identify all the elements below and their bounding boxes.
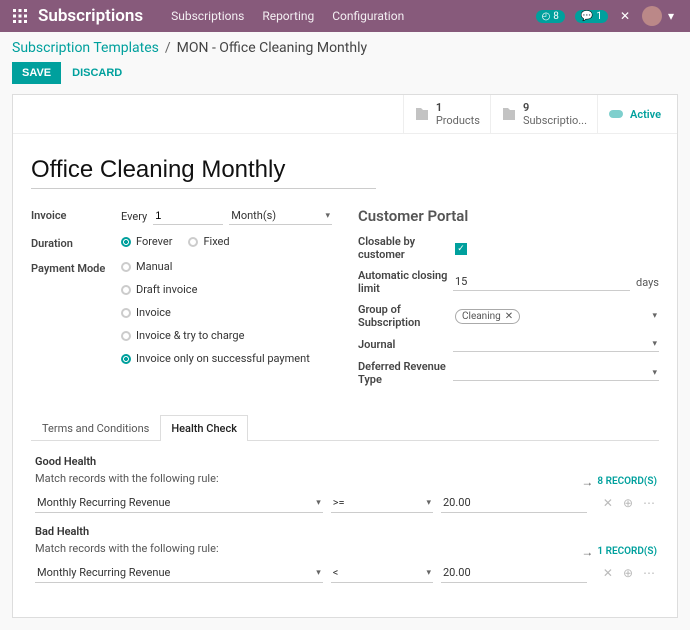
every-label: Every — [121, 210, 147, 223]
payment-manual[interactable]: Manual — [121, 260, 332, 273]
radio-icon — [121, 331, 131, 341]
closable-checkbox[interactable]: ✓ — [455, 243, 467, 255]
payment-draft-invoice[interactable]: Draft invoice — [121, 283, 332, 296]
autoclose-unit: days — [636, 276, 659, 289]
good-records-link[interactable]: 8 RECORD(S) — [597, 476, 657, 487]
nav-subscriptions[interactable]: Subscriptions — [171, 9, 244, 23]
avatar[interactable] — [642, 6, 662, 26]
chevron-down-icon: ▾ — [652, 339, 657, 349]
close-icon[interactable]: ✕ — [618, 9, 632, 23]
payment-invoice[interactable]: Invoice — [121, 306, 332, 319]
book-icon — [501, 106, 517, 122]
chevron-down-icon: ▾ — [426, 498, 431, 508]
radio-icon — [121, 285, 131, 295]
duration-fixed[interactable]: Fixed — [188, 235, 229, 248]
toggle-icon — [608, 106, 624, 122]
radio-icon — [121, 354, 131, 364]
stat-products[interactable]: 1 Products — [403, 95, 490, 133]
book-icon — [414, 106, 430, 122]
every-unit-select[interactable]: Month(s) ▾ — [229, 207, 332, 225]
activity-badge[interactable]: ◴ 8 — [536, 10, 565, 23]
radio-icon — [188, 237, 198, 247]
good-field-select[interactable]: Monthly Recurring Revenue▾ — [35, 493, 323, 513]
arrow-right-icon: → — [581, 475, 593, 489]
autoclose-label: Automatic closing limit — [358, 269, 453, 295]
bad-records-link[interactable]: 1 RECORD(S) — [597, 546, 657, 557]
more-icon[interactable]: ⋯ — [643, 496, 655, 510]
bad-op-select[interactable]: <▾ — [331, 563, 433, 583]
arrow-right-icon: → — [581, 545, 593, 559]
good-health-title: Good Health — [33, 455, 657, 468]
message-badge[interactable]: 💬 1 — [575, 10, 608, 23]
group-chip[interactable]: Cleaning✕ — [455, 309, 520, 324]
delete-rule-icon[interactable]: ✕ — [603, 496, 613, 510]
radio-icon — [121, 237, 131, 247]
top-navbar: Subscriptions Subscriptions Reporting Co… — [0, 0, 690, 32]
bad-health-title: Bad Health — [33, 525, 657, 538]
bad-health-sub: Match records with the following rule: — [33, 542, 581, 555]
tab-health-check[interactable]: Health Check — [160, 415, 248, 441]
group-label: Group of Subscription — [358, 303, 453, 329]
radio-icon — [121, 308, 131, 318]
closable-label: Closable by customer — [358, 235, 453, 261]
stat-row: 1 Products 9 Subscriptio... Active — [13, 95, 677, 134]
deferred-label: Deferred Revenue Type — [358, 360, 453, 386]
tab-content-health: Good Health Match records with the follo… — [31, 441, 659, 599]
duration-label: Duration — [31, 235, 121, 250]
discard-button[interactable]: DISCARD — [72, 67, 122, 79]
stat-subscriptions[interactable]: 9 Subscriptio... — [490, 95, 597, 133]
good-op-select[interactable]: >=▾ — [331, 493, 433, 513]
tab-terms[interactable]: Terms and Conditions — [31, 415, 160, 441]
good-health-sub: Match records with the following rule: — [33, 472, 581, 485]
autoclose-input[interactable]: 15 — [453, 273, 630, 291]
nav-reporting[interactable]: Reporting — [262, 9, 314, 23]
chevron-down-icon: ▾ — [316, 568, 321, 578]
template-title-input[interactable] — [31, 152, 376, 189]
payment-mode-label: Payment Mode — [31, 260, 121, 275]
chevron-down-icon[interactable]: ▾ — [652, 311, 657, 321]
actions-row: SAVE DISCARD — [0, 62, 690, 94]
save-button[interactable]: SAVE — [12, 62, 61, 84]
close-icon[interactable]: ✕ — [505, 311, 513, 322]
deferred-select[interactable]: ▾ — [453, 366, 659, 381]
bad-field-select[interactable]: Monthly Recurring Revenue▾ — [35, 563, 323, 583]
breadcrumb-parent[interactable]: Subscription Templates — [12, 40, 159, 56]
tabs: Terms and Conditions Health Check — [31, 414, 659, 441]
duration-forever[interactable]: Forever — [121, 235, 172, 248]
breadcrumb-sep: / — [165, 40, 171, 56]
add-rule-icon[interactable]: ⊕ — [623, 566, 633, 580]
nav-configuration[interactable]: Configuration — [332, 9, 404, 23]
customer-portal-heading: Customer Portal — [358, 207, 659, 225]
invoice-label: Invoice — [31, 207, 121, 222]
chevron-down-icon: ▾ — [316, 498, 321, 508]
add-rule-icon[interactable]: ⊕ — [623, 496, 633, 510]
form-card: 1 Products 9 Subscriptio... Active Invoi… — [12, 94, 678, 618]
breadcrumb-current: MON - Office Cleaning Monthly — [177, 40, 367, 56]
payment-invoice-on-success[interactable]: Invoice only on successful payment — [121, 352, 332, 365]
chevron-down-icon: ▾ — [325, 211, 330, 221]
stat-active[interactable]: Active — [597, 95, 677, 133]
app-brand[interactable]: Subscriptions — [38, 6, 143, 26]
delete-rule-icon[interactable]: ✕ — [603, 566, 613, 580]
chevron-down-icon: ▾ — [652, 368, 657, 378]
journal-select[interactable]: ▾ — [453, 337, 659, 352]
payment-invoice-try-charge[interactable]: Invoice & try to charge — [121, 329, 332, 342]
breadcrumb: Subscription Templates / MON - Office Cl… — [0, 32, 690, 62]
clock-icon: ◴ — [542, 11, 551, 22]
chat-icon: 💬 — [581, 11, 593, 22]
more-icon[interactable]: ⋯ — [643, 566, 655, 580]
apps-icon[interactable] — [12, 8, 28, 24]
radio-icon — [121, 262, 131, 272]
every-value-input[interactable] — [153, 208, 223, 225]
journal-label: Journal — [358, 338, 453, 351]
bad-val-input[interactable]: 20.00 — [441, 563, 587, 583]
chevron-down-icon[interactable]: ▾ — [664, 9, 678, 23]
chevron-down-icon: ▾ — [426, 568, 431, 578]
good-val-input[interactable]: 20.00 — [441, 493, 587, 513]
